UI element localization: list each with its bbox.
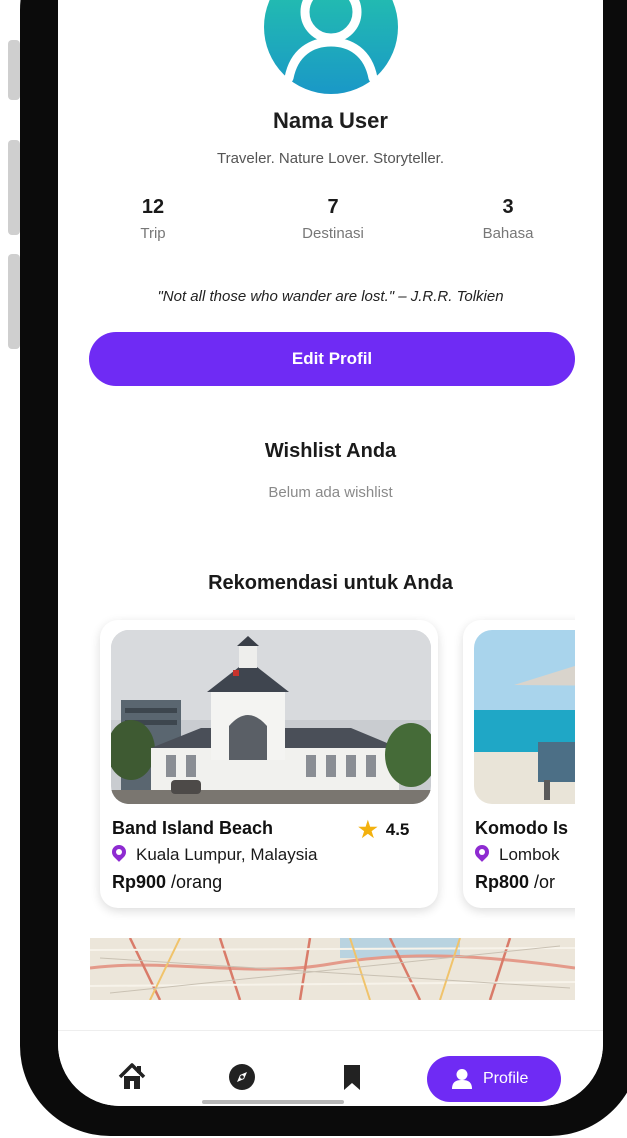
price-unit: /orang — [171, 872, 223, 892]
stat-value: 3 — [502, 196, 514, 218]
star-icon: ★ — [358, 817, 378, 842]
app-screen: Nama User Traveler. Nature Lover. Storyt… — [58, 0, 603, 1106]
recommendations-title: Rekomendasi untuk Anda — [208, 572, 453, 594]
wishlist-title: Wishlist Anda — [264, 440, 397, 462]
user-icon — [284, 0, 378, 83]
home-icon[interactable] — [116, 1061, 148, 1093]
profile-name: Nama User — [273, 108, 388, 133]
destination-location: Lombok — [472, 842, 560, 865]
scroll-clip — [575, 600, 603, 930]
price-value: Rp900 — [112, 872, 167, 892]
destination-name: Komodo Is — [475, 818, 568, 838]
stat-destinasi: 7 Destinasi — [278, 196, 388, 242]
profile-quote: "Not all those who wander are lost." – J… — [157, 288, 504, 305]
stat-label: Trip — [140, 225, 166, 242]
profile-bio: Traveler. Nature Lover. Storyteller. — [216, 150, 445, 167]
stat-value: 12 — [141, 196, 165, 218]
stat-label: Destinasi — [302, 225, 364, 242]
destination-rating: ★ 4.5 — [358, 817, 409, 843]
stat-label: Bahasa — [482, 225, 534, 242]
location-text: Lombok — [499, 845, 560, 864]
stat-bahasa: 3 Bahasa — [453, 196, 563, 242]
bookmark-icon[interactable] — [336, 1061, 368, 1093]
destination-card[interactable]: Band Island Beach ★ 4.5 Kuala Lumpur, Mal… — [100, 620, 438, 908]
map-preview[interactable] — [90, 938, 575, 1000]
location-text: Kuala Lumpur, Malaysia — [136, 845, 318, 864]
stat-value: 7 — [327, 196, 339, 218]
compass-icon[interactable] — [226, 1061, 258, 1093]
home-indicator — [202, 1100, 344, 1104]
phone-side-button — [8, 254, 20, 349]
nav-profile-button[interactable]: Profile — [427, 1056, 561, 1102]
phone-side-button — [8, 140, 20, 235]
destination-price: Rp800 /or — [475, 872, 555, 893]
stat-trip: 12 Trip — [98, 196, 208, 242]
destination-image — [111, 630, 431, 804]
avatar[interactable] — [264, 0, 398, 94]
wishlist-empty-text: Belum ada wishlist — [268, 484, 393, 501]
price-unit: /or — [534, 872, 556, 892]
rating-value: 4.5 — [385, 820, 410, 839]
user-icon — [452, 1069, 472, 1089]
location-pin-icon — [109, 842, 129, 862]
destination-name: Band Island Beach — [112, 818, 274, 838]
location-pin-icon — [472, 842, 492, 862]
destination-location: Kuala Lumpur, Malaysia — [109, 842, 318, 865]
bottom-nav: Profile — [58, 1030, 603, 1106]
edit-profile-button[interactable]: Edit Profil — [89, 332, 575, 386]
nav-profile-label: Profile — [483, 1070, 529, 1087]
destination-price: Rp900 /orang — [112, 872, 222, 893]
price-value: Rp800 — [475, 872, 530, 892]
phone-side-button — [8, 40, 20, 100]
